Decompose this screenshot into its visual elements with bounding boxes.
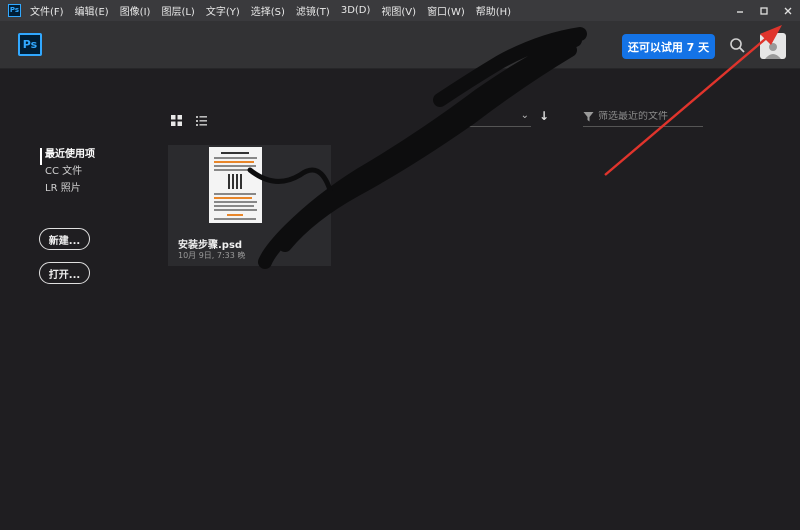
sidebar-item-lr-photos[interactable]: LR 照片 (40, 182, 95, 199)
photoshop-logo: Ps (18, 33, 42, 56)
close-icon (784, 7, 792, 14)
list-view-toggle[interactable] (196, 111, 207, 126)
photoshop-app-icon: Ps (8, 4, 21, 17)
recent-file-card[interactable]: 安装步骤.psd 10月 9日, 7:33 晚 (168, 145, 331, 266)
menu-type[interactable]: 文字(Y) (206, 3, 240, 18)
minimize-icon (737, 10, 743, 13)
menu-file[interactable]: 文件(F) (30, 3, 64, 18)
grid-view-toggle[interactable] (171, 111, 182, 126)
menu-help[interactable]: 帮助(H) (476, 3, 511, 18)
search-icon (730, 38, 745, 53)
minimize-button[interactable] (728, 0, 752, 21)
menu-bar: Ps 文件(F) 编辑(E) 图像(I) 图层(L) 文字(Y) 选择(S) 滤… (0, 0, 800, 21)
menu-view[interactable]: 视图(V) (381, 3, 416, 18)
filter-box (583, 107, 703, 127)
arrow-down-icon: ↓ (539, 109, 550, 123)
maximize-button[interactable] (752, 0, 776, 21)
user-icon (765, 43, 781, 59)
new-button[interactable]: 新建... (39, 228, 90, 250)
menu-image[interactable]: 图像(I) (120, 3, 151, 18)
menu-filter[interactable]: 滤镜(T) (296, 3, 330, 18)
trial-button[interactable]: 还可以试用 7 天 (622, 34, 715, 59)
maximize-icon (760, 6, 768, 15)
menu-select[interactable]: 选择(S) (251, 3, 285, 18)
funnel-icon (583, 112, 594, 122)
sort-direction-button[interactable]: ↓ (539, 109, 549, 123)
file-thumbnail (209, 147, 262, 223)
menu-window[interactable]: 窗口(W) (427, 3, 465, 18)
annotation-overlay (247, 25, 782, 269)
close-button[interactable] (776, 0, 800, 21)
sidebar-item-cc-files[interactable]: CC 文件 (40, 165, 95, 182)
menu-layer[interactable]: 图层(L) (161, 3, 194, 18)
file-name: 安装步骤.psd (178, 240, 243, 251)
search-button[interactable] (728, 37, 746, 55)
qr-code-image (228, 174, 243, 189)
menu-3d[interactable]: 3D(D) (341, 5, 371, 16)
grid-view-icon (171, 115, 182, 126)
list-view-icon (196, 116, 207, 126)
filter-input[interactable] (598, 111, 698, 122)
sort-dropdown[interactable]: ⌄ (465, 107, 531, 127)
file-date: 10月 9日, 7:33 晚 (178, 251, 246, 260)
sidebar-nav: 最近使用项 CC 文件 LR 照片 (40, 148, 95, 199)
open-button[interactable]: 打开... (39, 262, 90, 284)
window-controls (728, 0, 800, 21)
menu-edit[interactable]: 编辑(E) (75, 3, 109, 18)
user-avatar[interactable] (760, 33, 786, 59)
sidebar-item-recent[interactable]: 最近使用项 (40, 148, 95, 165)
home-header: Ps 还可以试用 7 天 (0, 21, 800, 69)
chevron-down-icon: ⌄ (520, 110, 529, 121)
